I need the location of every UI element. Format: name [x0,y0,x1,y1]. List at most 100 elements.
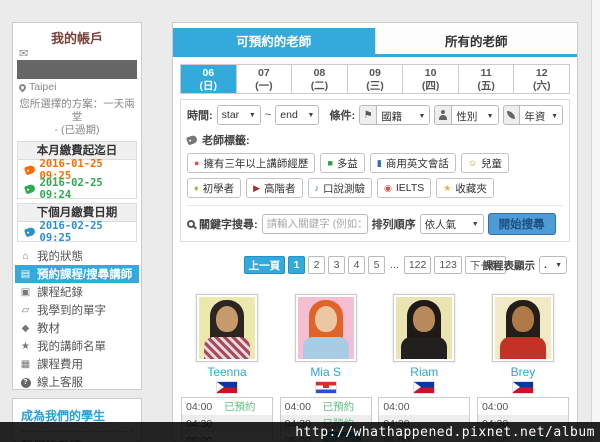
start-search-button[interactable]: 開始搜尋 [487,213,556,235]
sidebar-item-label: 課程紀錄 [37,287,83,299]
sidebar-item[interactable]: ▦ 課程費用 [13,355,141,373]
cart-icon: ▦ [20,358,31,370]
sidebar-item[interactable]: ▱ 我學到的單字 [13,301,141,319]
date-weekday: (日) [199,80,218,92]
date-tab-strip: 06 (日) 07 (一) 08 (二) 09 (三) 10 (四) 11 (五) 12 (六) [180,64,570,94]
plan-description-line1: 您所選擇的方案：一天兩堂 [19,98,135,123]
teacher-avatar [297,297,354,359]
billing-next-box: 下個月繳費日期 2016-02-25 09:25 [17,203,137,244]
teacher-tag[interactable]: ★ 收藏夾 [436,178,494,198]
keyword-search-input[interactable] [261,214,368,234]
time-start-value: star [221,109,240,121]
teacher-name[interactable]: Riam [410,365,438,379]
teacher-tag[interactable]: ☺ 兒童 [460,153,510,173]
avatar-shirt [204,337,250,359]
date-tab[interactable]: 09 (三) [346,65,403,93]
sort-order-select[interactable]: 依人氣 ▼ [419,214,484,234]
sort-order-value: 依人氣 [424,218,457,231]
sidebar-item[interactable]: ▤ 預約課程/搜尋講師 [15,265,139,283]
time-slot: 04:00 已預約 [182,398,272,415]
flag-ph-icon [217,382,237,393]
flag-ph-icon [512,382,533,393]
teacher-tag[interactable]: ▮ 商用英文會話 [369,153,456,173]
sidebar-item-label: 我的講師名單 [37,341,106,353]
teacher-photo[interactable] [294,294,357,362]
teacher-tag[interactable]: ◉ IELTS [377,178,432,198]
chevron-down-icon: ▼ [551,112,558,120]
seniority-select[interactable]: 年資 ▼ [520,106,562,124]
teacher-name[interactable]: Mia S [310,365,341,379]
date-tab[interactable]: 12 (六) [513,65,570,93]
nationality-select[interactable]: 國籍 ▼ [377,106,430,124]
sidebar-item[interactable]: ★ 我的講師名單 [13,337,141,355]
date-day: 06 [202,67,215,79]
sidebar-item[interactable]: ▣ 課程紀錄 [13,283,141,301]
teacher-photo[interactable] [196,294,258,362]
teacher-tag-label: 擁有三年以上講師經歷 [203,157,309,170]
time-slot: 04:00 [478,398,568,415]
date-tab[interactable]: 11 (五) [457,65,514,93]
tab-bookable-teachers[interactable]: 可預約的老師 [173,28,375,54]
nationality-select-group: ⚑ 國籍 ▼ [359,105,431,125]
chevron-down-icon: ▼ [248,111,256,119]
date-day: 07 [258,67,270,79]
schedule-display-select[interactable]: . ▼ [539,256,567,274]
beginner-icon: ♦ [194,182,199,193]
page-number[interactable]: 3 [328,256,346,274]
avatar-face [511,306,534,332]
url-watermark-text: http://whathappened.pixnet.net/album [295,424,595,440]
teacher-tag-label: 口說測驗 [323,182,366,195]
plan-description-line2: - (已過期) [54,124,100,136]
sidebar-item[interactable]: ? 線上客服 [13,373,141,389]
badge-icon: ● [194,157,200,168]
page-number[interactable]: 2 [308,256,326,274]
sidebar-item-label: 預約課程/搜尋講師 [37,269,133,281]
teacher-name[interactable]: Teenna [207,365,246,379]
page-number[interactable]: 123 [434,256,462,274]
slot-status: 已預約 [224,401,256,413]
sidebar-item[interactable]: ⌂ 我的狀態 [13,247,141,265]
teacher-tag[interactable]: ♦ 初學者 [187,178,242,198]
teacher-tag-label: 初學者 [202,182,235,195]
pagination-prev[interactable]: 上一頁 [243,256,286,274]
teacher-tag-label: IELTS [395,182,425,194]
date-tab[interactable]: 06 (日) [181,65,236,93]
page-number[interactable]: 122 [403,256,432,274]
time-filter-label: 時間: [187,110,213,122]
teacher-photo[interactable] [491,294,554,362]
time-start-select[interactable]: star ▼ [216,105,261,125]
teacher-photo[interactable] [393,294,456,362]
page-number[interactable]: 1 [288,256,306,274]
date-tab[interactable]: 08 (二) [291,65,347,93]
location-pin-icon [17,82,28,92]
folder-icon: ▱ [21,304,30,316]
date-day: 12 [535,67,548,79]
person-icon [435,106,453,124]
sidebar-item[interactable]: ◆ 教材 [13,319,141,337]
date-tab[interactable]: 07 (一) [235,65,292,93]
time-end-select[interactable]: end ▼ [275,105,320,125]
teacher-tag[interactable]: ♪ 口說測驗 [307,178,373,198]
teacher-tag[interactable]: ■ 多益 [320,153,365,173]
teacher-tag[interactable]: ● 擁有三年以上講師經歷 [187,153,316,173]
teacher-tag-label: 收藏夾 [455,182,487,195]
sidebar-menu: ⌂ 我的狀態 ▤ 預約課程/搜尋講師 ▣ 課程紀錄 ▱ 我學到的單字 ◆ 教材 ★ 我的講師名單 ▦ 課程… [13,247,141,389]
gender-value: 性別 [456,110,478,123]
teacher-name[interactable]: Brey [511,365,536,379]
date-weekday: (四) [421,80,440,92]
ielts-icon: ◉ [384,182,392,193]
teacher-tag[interactable]: ▶ 高階者 [246,178,303,198]
flag-hr-icon [315,382,336,393]
filter-panel: 時間: star ▼ ~ end ▼ 條件: ⚑ 國籍 ▼ 性別 ▼ 年資 ▼ … [180,99,570,242]
tilde-separator: ~ [264,109,272,121]
teacher-tag-label: 商用英文會話 [385,157,449,170]
page-number[interactable]: 5 [368,256,386,274]
tab-all-teachers[interactable]: 所有的老師 [374,28,577,54]
account-sidebar: 我的帳戶 ✉ Taipei 您所選擇的方案：一天兩堂 - (已過期) 本月繳費起… [12,22,142,390]
teacher-card: Teenna04:00已預約04:3005:0005:3006:0006:30 [181,294,273,441]
teacher-tag-label: 高階者 [264,182,296,195]
gender-select[interactable]: 性別 ▼ [452,106,498,124]
date-tab[interactable]: 10 (四) [402,65,458,93]
page-number[interactable]: 4 [348,256,366,274]
avatar-shirt [401,337,448,359]
